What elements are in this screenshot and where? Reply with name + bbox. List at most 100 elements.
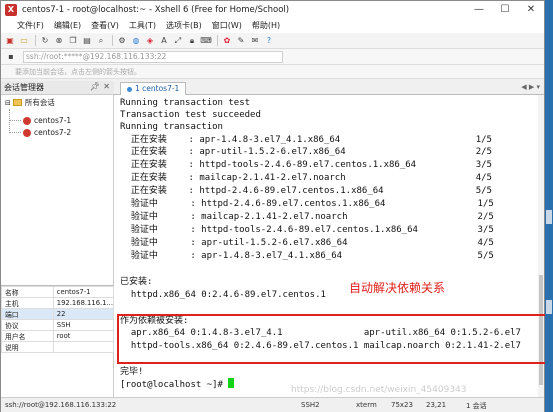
copy-icon[interactable]: ❐ <box>67 35 79 47</box>
xshell-app-icon: X <box>5 3 17 16</box>
status-size: 75x23 <box>391 401 413 409</box>
prop-key: 用户名 <box>1 330 54 342</box>
menu-view[interactable]: 查看(V) <box>91 20 119 31</box>
menu-window[interactable]: 窗口(W) <box>212 20 242 31</box>
prop-value: 192.168.116.1... <box>52 297 115 309</box>
tree-root-label: 所有会话 <box>24 98 55 107</box>
disconnect-icon[interactable]: ⊗ <box>53 35 65 47</box>
status-address: ssh://root@192.168.116.133:22 <box>5 401 117 409</box>
dependency-highlight-box <box>117 314 552 364</box>
prop-row[interactable]: 用户名 root <box>1 330 115 342</box>
prop-row[interactable]: 名称 centos7-1 <box>1 286 115 298</box>
toolbar-separator <box>217 35 218 46</box>
address-input[interactable]: ssh://root:*****@192.168.116.133:22 <box>23 50 283 63</box>
terminal-line: 验证中 : httpd-tools-2.4.6-89.el7.centos.1.… <box>120 225 494 235</box>
terminal-line: 验证中 : mailcap-2.1.41-2.el7.noarch 2/5 <box>120 212 494 222</box>
terminal-line: 已安装: <box>120 277 153 287</box>
toolbar-separator <box>35 35 36 46</box>
lock-icon[interactable]: 🔒︎ <box>186 35 198 47</box>
prop-key: 说明 <box>1 341 54 353</box>
menu-edit[interactable]: 编辑(E) <box>54 20 81 31</box>
prop-key: 协议 <box>1 319 54 331</box>
toolbar: ▣ ▭ ↻ ⊗ ❐ ▤ ⌕ ⚙ ◍ ◈ A ⤢ 🔒︎ ⌨ ✿ ✎ ✉ ? <box>1 33 544 49</box>
title-bar: X centos7-1 - root@localhost:~ - Xshell … <box>1 1 544 18</box>
desktop-icon[interactable] <box>546 300 552 314</box>
terminal-line: 正在安装 : mailcap-2.1.41-2.el7.noarch 4/5 <box>120 173 492 183</box>
fullscreen-icon[interactable]: ⤢ <box>172 35 184 47</box>
session-item-label: centos7-1 <box>34 116 72 125</box>
session-tree: ⊟ 所有会话 centos7-1 centos7-2 <box>1 95 114 285</box>
chat-icon[interactable]: ✉ <box>249 35 261 47</box>
session-icon <box>23 116 31 125</box>
connected-icon <box>127 86 132 92</box>
pin-icon[interactable]: 📌︎ <box>90 82 100 91</box>
globe-icon[interactable]: ◍ <box>130 35 142 47</box>
prop-key: 主机 <box>1 297 54 309</box>
terminal-line: 正在安装 : apr-util-1.5.2-6.el7.x86_64 2/5 <box>120 147 492 157</box>
xshell-window: X centos7-1 - root@localhost:~ - Xshell … <box>0 0 552 412</box>
new-session-icon[interactable]: ▣ <box>4 35 16 47</box>
session-manager-title: 会话管理器 <box>4 83 44 92</box>
minimize-button[interactable]: — <box>466 1 492 18</box>
tree-root[interactable]: ⊟ 所有会话 <box>5 97 55 108</box>
desktop-edge <box>545 0 553 412</box>
menu-tools[interactable]: 工具(T) <box>129 20 156 31</box>
prop-key: 名称 <box>1 286 54 298</box>
prop-key: 端口 <box>1 308 54 320</box>
status-bar: ssh://root@192.168.116.133:22 SSH2 xterm… <box>1 397 544 412</box>
terminal-line: 正在安装 : httpd-tools-2.4.6-89.el7.centos.1… <box>120 160 492 170</box>
color-scheme-icon[interactable]: ◈ <box>144 35 156 47</box>
window-title: centos7-1 - root@localhost:~ - Xshell 6 … <box>22 4 290 15</box>
terminal-line: 验证中 : apr-util-1.5.2-6.el7.x86_64 4/5 <box>120 238 494 248</box>
info-bar: 要添加当前会话，点击左侧的箭头按钮。 <box>1 65 544 79</box>
prop-row[interactable]: 主机 192.168.116.1... <box>1 297 115 309</box>
session-item[interactable]: centos7-1 <box>23 115 71 126</box>
session-item[interactable]: centos7-2 <box>23 127 71 138</box>
prop-row[interactable]: 端口 22 <box>1 308 115 320</box>
close-panel-icon[interactable]: ✕ <box>103 82 110 91</box>
font-icon[interactable]: A <box>158 35 170 47</box>
toolbar-separator <box>112 35 113 46</box>
folder-icon <box>12 99 22 106</box>
session-item-label: centos7-2 <box>34 128 72 137</box>
prop-value: 22 <box>52 308 115 320</box>
prompt-text: [root@localhost ~]# <box>120 380 229 390</box>
tab-label: 1 centos7-1 <box>135 84 180 93</box>
terminal-line: 验证中 : httpd-2.4.6-89.el7.centos.1.x86_64… <box>120 199 494 209</box>
compose-icon[interactable]: ✎ <box>235 35 247 47</box>
collapse-icon[interactable]: ⊟ <box>5 99 11 107</box>
tab-session[interactable]: 1 centos7-1 <box>120 82 187 95</box>
info-text: 要添加当前会话，点击左侧的箭头按钮。 <box>15 67 141 76</box>
menu-tab[interactable]: 选项卡(B) <box>166 20 202 31</box>
open-folder-icon[interactable]: ▭ <box>18 35 30 47</box>
properties-panel: 名称 centos7-1 主机 192.168.116.1... 端口 22 协议 SS… <box>1 285 115 397</box>
status-term: xterm <box>356 401 377 409</box>
help-icon[interactable]: ? <box>263 35 275 47</box>
tab-bar: 1 centos7-1 ◀ ▶ ▾ <box>114 81 544 95</box>
prop-row[interactable]: 说明 <box>1 341 115 353</box>
status-cursor-pos: 23,21 <box>426 401 447 409</box>
terminal-line: 验证中 : apr-1.4.8-3.el7_4.1.x86_64 5/5 <box>120 251 494 261</box>
desktop-icon[interactable] <box>546 210 552 224</box>
menu-file[interactable]: 文件(F) <box>17 20 44 31</box>
tab-nav-icon[interactable]: ◀ ▶ ▾ <box>521 83 540 91</box>
properties-icon[interactable]: ⚙ <box>116 35 128 47</box>
maximize-button[interactable]: ☐ <box>492 1 518 18</box>
reconnect-icon[interactable]: ↻ <box>39 35 51 47</box>
terminal-line: Running transaction <box>120 122 223 132</box>
terminal-cursor <box>228 378 235 388</box>
terminal-line: 正在安装 : apr-1.4.8-3.el7_4.1.x86_64 1/5 <box>120 135 492 145</box>
menu-bar: 文件(F) 编辑(E) 查看(V) 工具(T) 选项卡(B) 窗口(W) 帮助(… <box>1 18 544 33</box>
terminal-line: 正在安装 : httpd-2.4.6-89.el7.centos.1.x86_6… <box>120 186 492 196</box>
find-icon[interactable]: ⌕ <box>95 35 107 47</box>
paste-icon[interactable]: ▤ <box>81 35 93 47</box>
xftp-icon[interactable]: ✿ <box>221 35 233 47</box>
prop-value: centos7-1 <box>52 286 115 298</box>
prop-value: SSH <box>52 319 115 331</box>
close-button[interactable]: ✕ <box>518 1 544 18</box>
terminal-line: Running transaction test <box>120 98 251 108</box>
menu-help[interactable]: 帮助(H) <box>252 20 280 31</box>
prop-row[interactable]: 协议 SSH <box>1 319 115 331</box>
status-sessions: 1 会话 <box>466 402 487 410</box>
keyboard-icon[interactable]: ⌨ <box>200 35 212 47</box>
